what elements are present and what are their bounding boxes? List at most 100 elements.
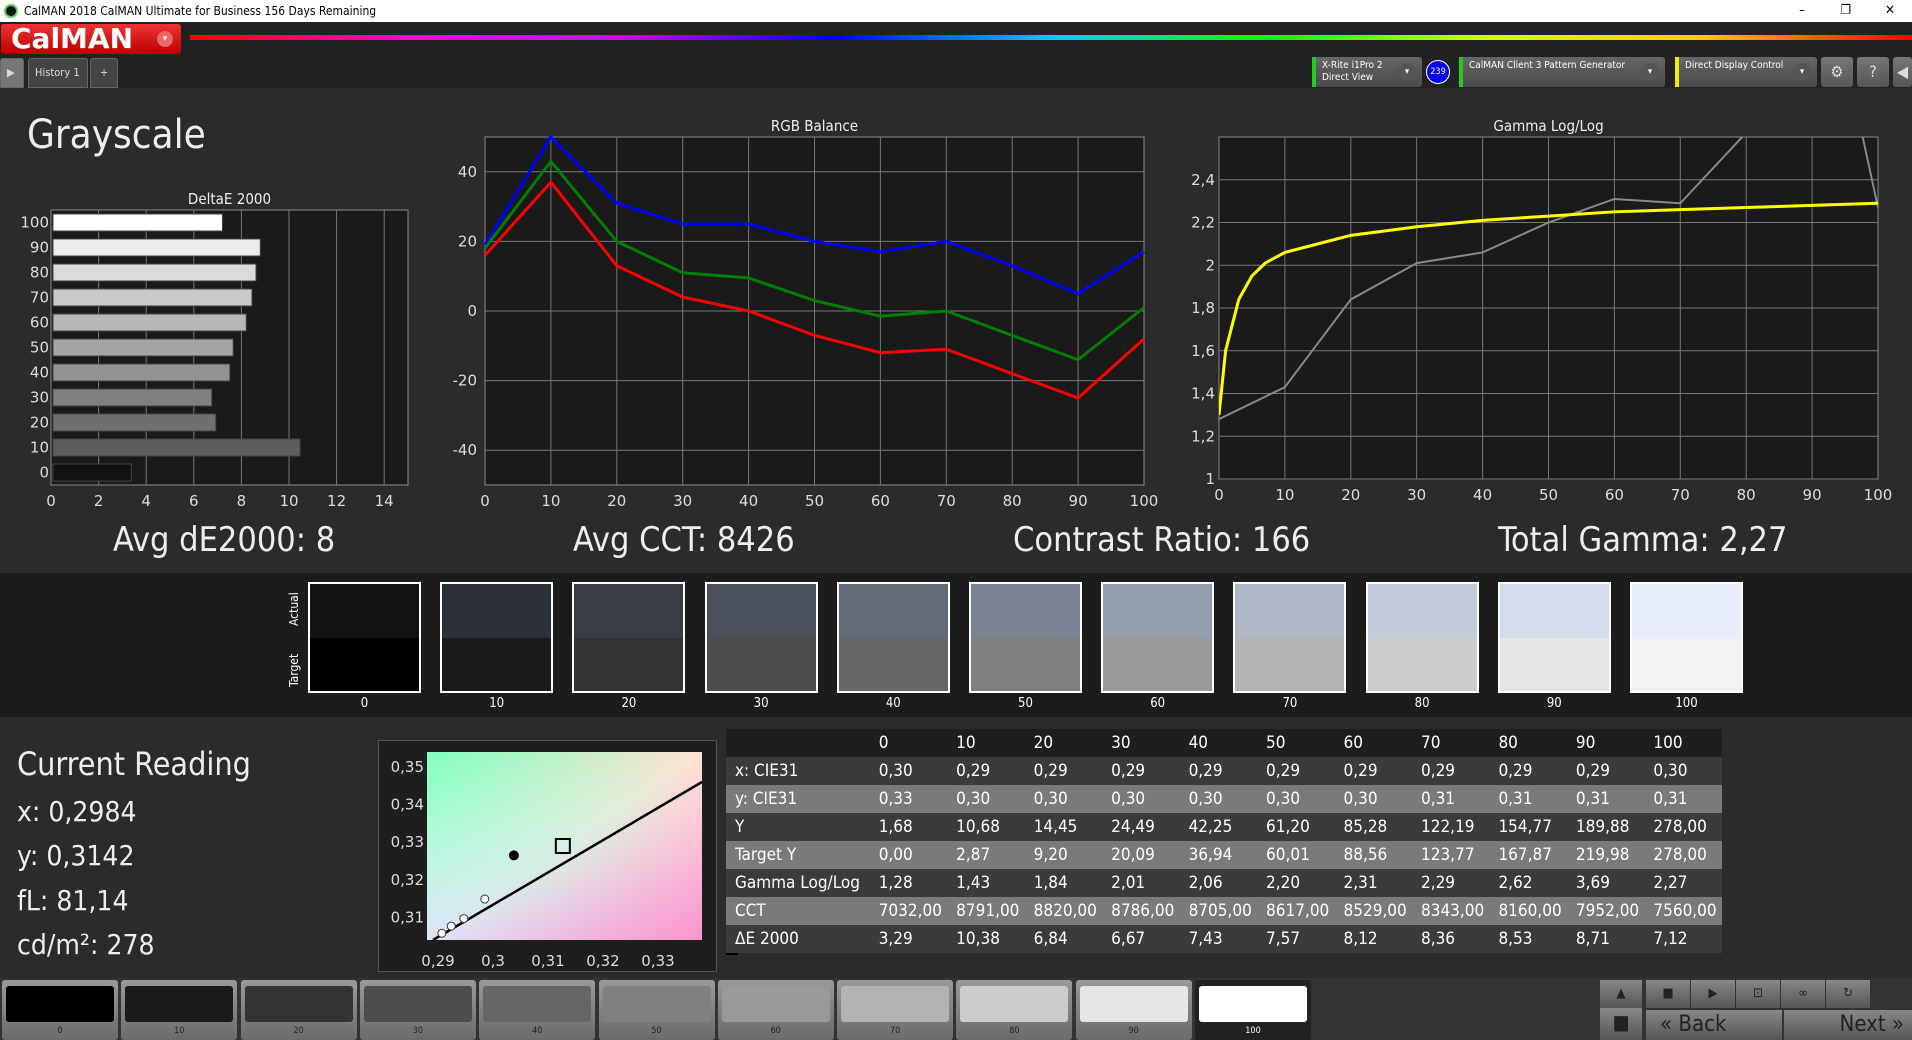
minimize-button[interactable]: –: [1780, 0, 1824, 22]
pattern-button-40[interactable]: 40: [479, 980, 596, 1040]
pattern-label: 80: [1009, 1026, 1020, 1036]
y-tick-label: 0: [39, 464, 49, 482]
deltae-bar-30: [52, 388, 213, 407]
meter-selector[interactable]: X-Rite i1Pro 2 Direct View ▾: [1312, 57, 1422, 87]
table-cell: 0,00: [878, 845, 913, 865]
pattern-button-60[interactable]: 60: [717, 980, 834, 1040]
actual-swatch: [310, 584, 419, 638]
pattern-button-90[interactable]: 90: [1075, 980, 1192, 1040]
x-tick-label: 8: [237, 492, 247, 510]
control-button[interactable]: ■: [1646, 980, 1690, 1008]
y-tick-label: 2,4: [1191, 171, 1215, 189]
swatch-30: [704, 582, 818, 693]
meter-badge[interactable]: 239: [1426, 60, 1450, 84]
table-cell: x: CIE31: [735, 761, 799, 781]
target-swatch: [1367, 637, 1477, 691]
pattern-button-100[interactable]: 100: [1195, 980, 1311, 1040]
actual-label: Actual: [287, 592, 301, 626]
y-tick-label: 20: [30, 414, 49, 432]
x-tick-label: 0: [46, 492, 56, 510]
next-button[interactable]: Next »: [1784, 1010, 1912, 1040]
calman-menu-button[interactable]: CalMAN ▾: [1, 24, 181, 54]
actual-swatch: [442, 584, 552, 638]
reading-x: x: 0,2984: [17, 795, 137, 828]
table-cell: 154,77: [1498, 817, 1552, 837]
table-cell: 8705,00: [1188, 901, 1252, 921]
pattern-color: [1199, 986, 1307, 1022]
table-cell: 7,43: [1188, 929, 1223, 949]
stop-button[interactable]: ■: [1600, 1008, 1642, 1040]
table-cell: Target Y: [735, 845, 797, 865]
help-icon[interactable]: ?: [1857, 57, 1889, 87]
title-bar: CalMAN 2018 CalMAN Ultimate for Business…: [0, 0, 1912, 22]
pattern-label: 20: [293, 1026, 304, 1036]
sidebar-toggle-button[interactable]: ▶: [0, 58, 24, 88]
pattern-label: 90: [1128, 1026, 1139, 1036]
chevron-down-icon: ▾: [157, 31, 173, 47]
gamma-chart: 2,42,221,81,61,41,210 10 20 30 40 50 60 70 80 90 1…: [1191, 136, 1892, 504]
target-label: Target: [287, 653, 301, 687]
swatch-60: [1101, 582, 1215, 693]
up-button[interactable]: ▲: [1600, 980, 1642, 1008]
table-header: 0 10 20 30 40 50 60 70 80 90 100: [726, 729, 1722, 757]
reading-fl: fL: 81,14: [17, 884, 129, 917]
back-icon: «: [1660, 1012, 1673, 1037]
table-row: ΔE 2000 3,29 10,38 6,84 6,67 7,43 7,57 8,12 8,36…: [726, 925, 1722, 953]
table-cell: 0,30: [1343, 789, 1378, 809]
x-tick-label: 0: [480, 492, 490, 510]
restore-button[interactable]: ❐: [1824, 0, 1868, 22]
deltae-bar-10: [52, 438, 301, 457]
pattern-button-20[interactable]: 20: [240, 980, 357, 1040]
table-cell: 8,53: [1498, 929, 1533, 949]
target-swatch: [442, 637, 552, 691]
logo-text: CalMAN: [11, 22, 134, 55]
table-cell: 0,30: [956, 789, 991, 809]
table-cell: 0,29: [1498, 761, 1533, 781]
table-cell: 8820,00: [1033, 901, 1097, 921]
x-tick-label: 0,32: [586, 952, 619, 970]
x-tick-label: 20: [607, 492, 626, 510]
chevron-down-icon: ▾: [1793, 63, 1811, 81]
swatch-label: 0: [360, 696, 369, 711]
y-tick-label: 50: [30, 339, 49, 357]
swatch-50: [969, 582, 1082, 693]
swatch-80: [1365, 582, 1479, 693]
display-control-selector[interactable]: Direct Display Control ▾: [1675, 57, 1817, 87]
collapse-icon[interactable]: ◀: [1893, 57, 1912, 87]
y-tick-label: 60: [30, 314, 49, 332]
control-button[interactable]: ⊡: [1736, 980, 1780, 1008]
control-button[interactable]: ▶: [1691, 980, 1735, 1008]
swatch-label: 100: [1675, 696, 1698, 711]
table-cell: 36,94: [1188, 845, 1233, 865]
pattern-button-50[interactable]: 50: [598, 980, 715, 1040]
close-button[interactable]: ✕: [1868, 0, 1912, 22]
x-tick-label: 30: [1407, 486, 1426, 504]
x-tick-label: 70: [937, 492, 956, 510]
pattern-color: [960, 986, 1069, 1022]
control-button[interactable]: ∞: [1781, 980, 1825, 1008]
add-tab-button[interactable]: +: [90, 58, 118, 88]
pattern-button-70[interactable]: 70: [837, 980, 954, 1040]
pattern-generator-selector[interactable]: CalMAN Client 3 Pattern Generator ▾: [1459, 57, 1665, 87]
x-tick-label: 30: [673, 492, 692, 510]
tab-history-1[interactable]: History 1: [28, 58, 88, 88]
table-cell: 0,30: [1111, 789, 1146, 809]
pattern-button-80[interactable]: 80: [956, 980, 1073, 1040]
gamma-summary: Total Gamma: 2,27: [1498, 520, 1788, 560]
chevron-down-icon: ▾: [1641, 63, 1659, 81]
table-cell: 0,29: [1575, 761, 1610, 781]
back-button[interactable]: « Back: [1646, 1010, 1782, 1040]
target-swatch: [1632, 637, 1741, 691]
table-cell: 1,43: [956, 873, 991, 893]
pattern-button-10[interactable]: 10: [121, 980, 238, 1040]
gear-icon[interactable]: ⚙: [1821, 57, 1853, 87]
pattern-label: 70: [889, 1026, 901, 1036]
column-header: 20: [1033, 733, 1054, 753]
pattern-button-0[interactable]: 0: [2, 980, 118, 1040]
table-cell: 3,29: [878, 929, 913, 949]
table-cell: 6,67: [1111, 929, 1146, 949]
pattern-button-30[interactable]: 30: [359, 980, 476, 1040]
deltae-bar-90: [52, 238, 261, 257]
table-cell: 2,01: [1111, 873, 1146, 893]
control-button[interactable]: ↻: [1826, 980, 1870, 1008]
